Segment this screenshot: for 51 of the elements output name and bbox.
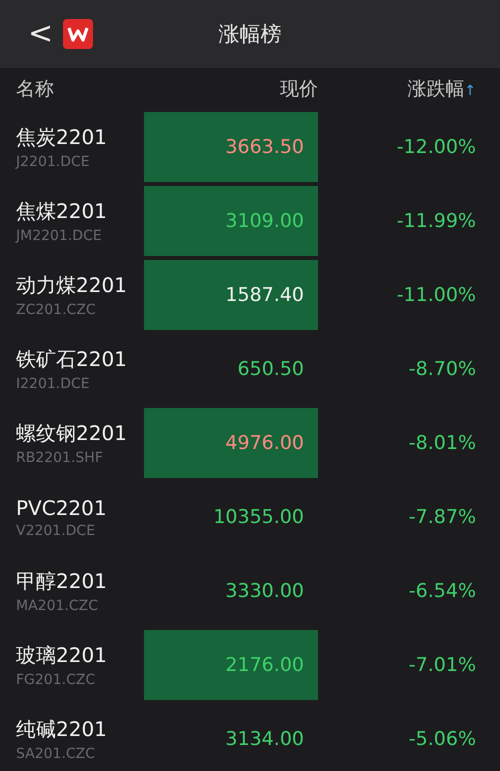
quote-row[interactable]: 动力煤2201 ZC201.CZC 1587.40 -11.00% — [0, 258, 500, 332]
change-percent: -8.01% — [408, 432, 476, 454]
quote-row[interactable]: 甲醇2201 MA201.CZC 3330.00 -6.54% — [0, 554, 500, 628]
change-percent: -11.99% — [396, 210, 476, 232]
price-value: 650.50 — [238, 358, 304, 380]
contract-code: V2201.DCE — [16, 522, 96, 538]
contract-name: 螺纹钢2201 — [16, 420, 128, 447]
quote-row[interactable]: 铁矿石2201 I2201.DCE 650.50 -8.70% — [0, 332, 500, 406]
contract-code: FG201.CZC — [16, 672, 96, 688]
contract-code: ZC201.CZC — [16, 302, 97, 318]
change-percent: -7.01% — [408, 654, 476, 676]
price-value: 3330.00 — [225, 580, 304, 602]
price-value: 3663.50 — [225, 136, 304, 158]
contract-name: PVC2201 — [16, 496, 108, 520]
contract-code: I2201.DCE — [16, 376, 91, 392]
price-value: 3134.00 — [225, 728, 304, 750]
page-title: 涨幅榜 — [218, 21, 282, 48]
quote-row[interactable]: PVC2201 V2201.DCE 10355.00 -7.87% — [0, 480, 500, 554]
change-percent: -5.06% — [408, 728, 476, 750]
quote-row[interactable]: 玻璃2201 FG201.CZC 2176.00 -7.01% — [0, 628, 500, 702]
contract-code: JM2201.DCE — [16, 228, 103, 244]
price-value: 3109.00 — [225, 210, 304, 232]
quote-row[interactable]: 焦煤2201 JM2201.DCE 3109.00 -11.99% — [0, 184, 500, 258]
price-value: 1587.40 — [225, 284, 304, 306]
contract-name: 动力煤2201 — [16, 272, 128, 299]
contract-code: RB2201.SHF — [16, 450, 104, 466]
price-value: 2176.00 — [225, 654, 304, 676]
change-percent: -7.87% — [408, 506, 476, 528]
price-value: 4976.00 — [225, 432, 304, 454]
column-header[interactable]: 现价 — [206, 76, 318, 102]
contract-name: 焦煤2201 — [16, 198, 108, 225]
contract-name: 玻璃2201 — [16, 642, 108, 669]
contract-name: 纯碱2201 — [16, 716, 108, 743]
column-header[interactable]: 名称 — [16, 76, 206, 102]
contract-code: SA201.CZC — [16, 746, 96, 762]
change-percent: -8.70% — [408, 358, 476, 380]
quote-row[interactable]: 纯碱2201 SA201.CZC 3134.00 -5.06% — [0, 702, 500, 771]
contract-code: MA201.CZC — [16, 598, 99, 614]
change-percent: -12.00% — [396, 136, 476, 158]
quote-row[interactable]: 焦炭2201 J2201.DCE 3663.50 -12.00% — [0, 110, 500, 184]
quote-row[interactable]: 螺纹钢2201 RB2201.SHF 4976.00 -8.01% — [0, 406, 500, 480]
contract-code: J2201.DCE — [16, 154, 91, 170]
contract-name: 焦炭2201 — [16, 124, 108, 151]
back-button[interactable]: < — [24, 19, 58, 49]
change-percent: -11.00% — [396, 284, 476, 306]
contract-name: 铁矿石2201 — [16, 346, 128, 373]
change-percent: -6.54% — [408, 580, 476, 602]
column-header[interactable]: 涨跌幅↑ — [407, 76, 476, 102]
price-value: 10355.00 — [213, 506, 304, 528]
app-logo-icon — [63, 19, 94, 49]
contract-name: 甲醇2201 — [16, 568, 108, 595]
